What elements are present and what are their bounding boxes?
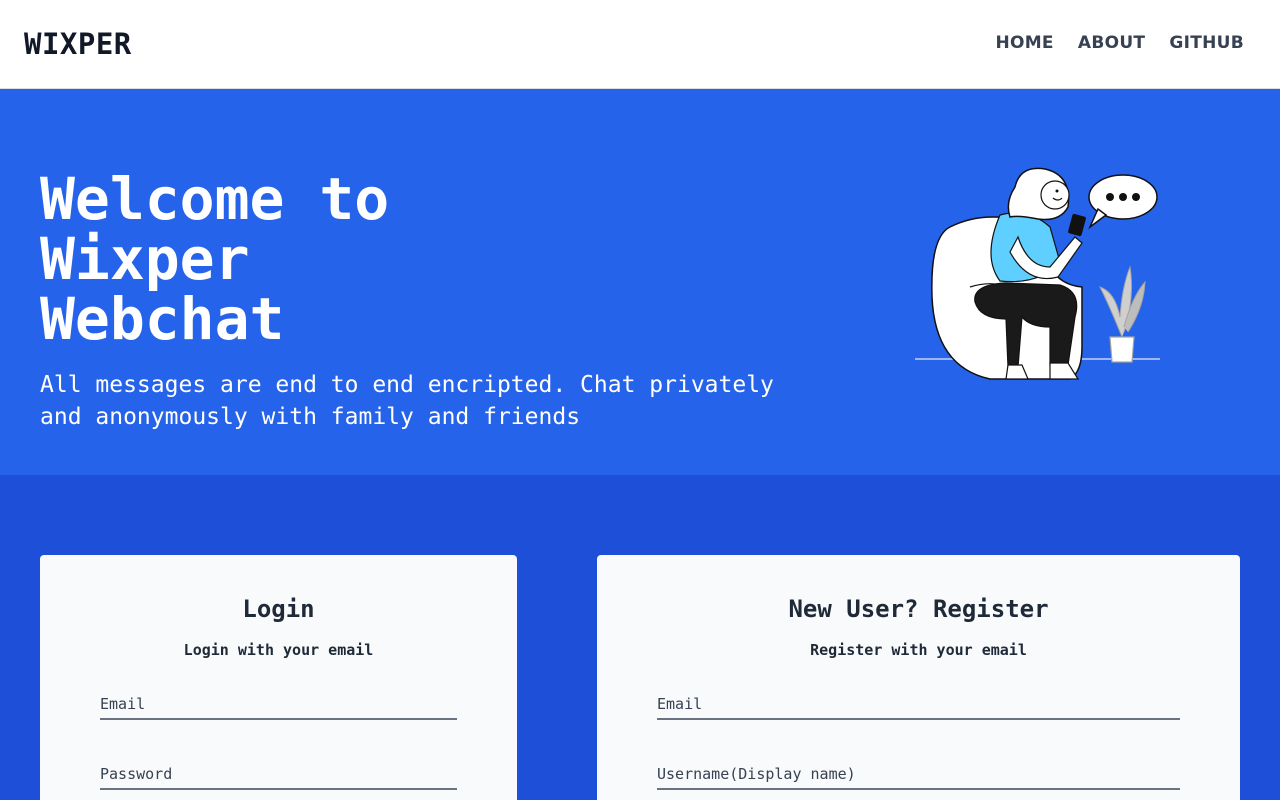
login-subtitle: Login with your email <box>183 641 374 659</box>
hero-subtitle: All messages are end to end encripted. C… <box>40 372 774 430</box>
login-card: Login Login with your email <box>40 555 517 800</box>
navbar: WIXPER HOME ABOUT GITHUB <box>0 0 1280 89</box>
brand-logo[interactable]: WIXPER <box>24 27 132 61</box>
nav-links: HOME ABOUT GITHUB <box>995 33 1244 53</box>
nav-link-home[interactable]: HOME <box>995 33 1053 53</box>
hero-section: Welcome to Wixper Webchat All messages a… <box>0 89 1280 475</box>
login-title: Login <box>242 595 315 623</box>
hero-title: Welcome to Wixper Webchat <box>40 165 390 353</box>
register-card: New User? Register Register with your em… <box>597 555 1240 800</box>
nav-link-about[interactable]: ABOUT <box>1078 33 1145 53</box>
login-password-input[interactable] <box>100 760 457 790</box>
register-email-input[interactable] <box>657 690 1180 720</box>
register-username-input[interactable] <box>657 760 1180 790</box>
register-subtitle: Register with your email <box>810 641 1027 659</box>
register-title: New User? Register <box>788 595 1049 623</box>
woman-chatting-illustration-icon <box>915 167 1160 380</box>
login-email-input[interactable] <box>100 690 457 720</box>
nav-link-github[interactable]: GITHUB <box>1169 33 1244 53</box>
